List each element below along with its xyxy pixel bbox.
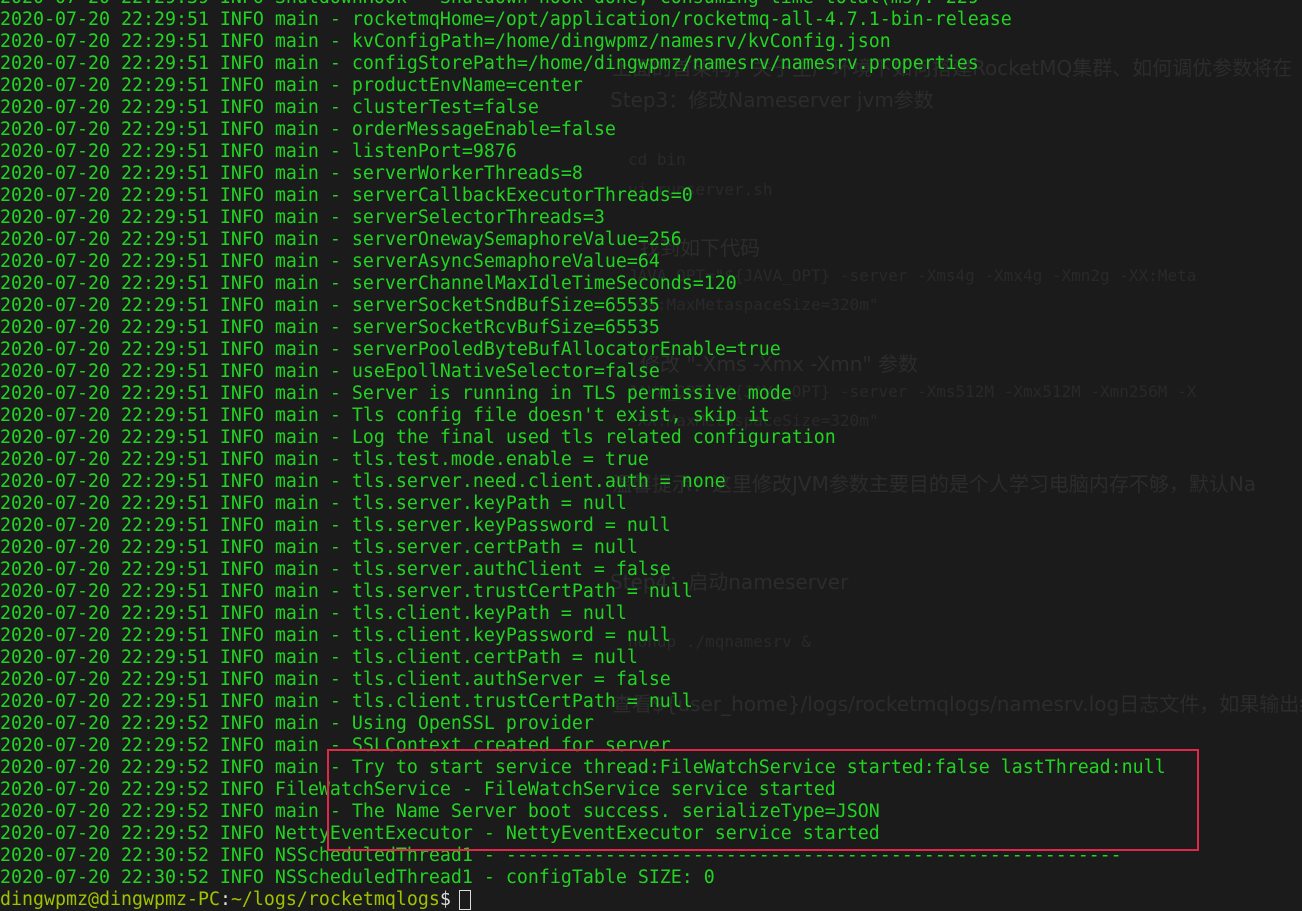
log-line: 2020-07-20 22:29:51 INFO main - kvConfig…	[0, 31, 1302, 53]
log-line: 2020-07-20 22:29:52 INFO main - Using Op…	[0, 713, 1302, 735]
log-line: 2020-07-20 22:29:51 INFO main - tls.serv…	[0, 471, 1302, 493]
log-line: 2020-07-20 22:29:51 INFO main - Log the …	[0, 427, 1302, 449]
log-line: 2020-07-20 22:29:51 INFO main - tls.serv…	[0, 515, 1302, 537]
log-line: 2020-07-20 22:29:51 INFO main - tls.test…	[0, 449, 1302, 471]
log-line: 2020-07-20 22:29:51 INFO main - configSt…	[0, 53, 1302, 75]
log-line: 2020-07-20 22:29:51 INFO main - serverWo…	[0, 163, 1302, 185]
log-line: 2020-07-20 22:29:51 INFO main - tls.serv…	[0, 537, 1302, 559]
shell-prompt[interactable]: dingwpmz@dingwpmz-PC:~/logs/rocketmqlogs…	[0, 889, 1302, 911]
log-line: 2020-07-20 22:29:51 INFO main - productE…	[0, 75, 1302, 97]
log-line: 2020-07-20 22:29:51 INFO main - tls.clie…	[0, 603, 1302, 625]
log-line: 2020-07-20 22:29:51 INFO main - tls.serv…	[0, 493, 1302, 515]
log-line: 2020-07-20 22:29:51 INFO main - listenPo…	[0, 141, 1302, 163]
log-line: 2020-07-20 22:29:39 INFO ShutdownHook - …	[0, 0, 1302, 9]
log-line: 2020-07-20 22:29:51 INFO main - serverOn…	[0, 229, 1302, 251]
log-line: 2020-07-20 22:29:51 INFO main - useEpoll…	[0, 361, 1302, 383]
log-line: 2020-07-20 22:29:51 INFO main - serverAs…	[0, 251, 1302, 273]
log-line: 2020-07-20 22:29:51 INFO main - clusterT…	[0, 97, 1302, 119]
log-line: 2020-07-20 22:29:51 INFO main - serverCh…	[0, 273, 1302, 295]
log-line: 2020-07-20 22:30:52 INFO NSScheduledThre…	[0, 867, 1302, 889]
log-line: 2020-07-20 22:29:51 INFO main - Tls conf…	[0, 405, 1302, 427]
log-line: 2020-07-20 22:29:51 INFO main - orderMes…	[0, 119, 1302, 141]
log-line: 2020-07-20 22:29:51 INFO main - serverSe…	[0, 207, 1302, 229]
log-line: 2020-07-20 22:29:51 INFO main - serverCa…	[0, 185, 1302, 207]
log-line: 2020-07-20 22:29:51 INFO main - tls.serv…	[0, 581, 1302, 603]
log-line: 2020-07-20 22:29:51 INFO main - tls.clie…	[0, 691, 1302, 713]
log-line: 2020-07-20 22:29:51 INFO main - tls.serv…	[0, 559, 1302, 581]
log-line: 2020-07-20 22:29:51 INFO main - tls.clie…	[0, 647, 1302, 669]
log-line: 2020-07-20 22:29:51 INFO main - tls.clie…	[0, 669, 1302, 691]
log-line: 2020-07-20 22:29:51 INFO main - serverPo…	[0, 339, 1302, 361]
cursor-icon	[459, 890, 471, 910]
log-line: 2020-07-20 22:29:51 INFO main - rocketmq…	[0, 9, 1302, 31]
log-line: 2020-07-20 22:29:51 INFO main - Server i…	[0, 383, 1302, 405]
log-line: 2020-07-20 22:29:51 INFO main - serverSo…	[0, 317, 1302, 339]
log-line: 2020-07-20 22:29:51 INFO main - serverSo…	[0, 295, 1302, 317]
log-line: 2020-07-20 22:29:51 INFO main - tls.clie…	[0, 625, 1302, 647]
highlight-box	[327, 749, 1199, 851]
